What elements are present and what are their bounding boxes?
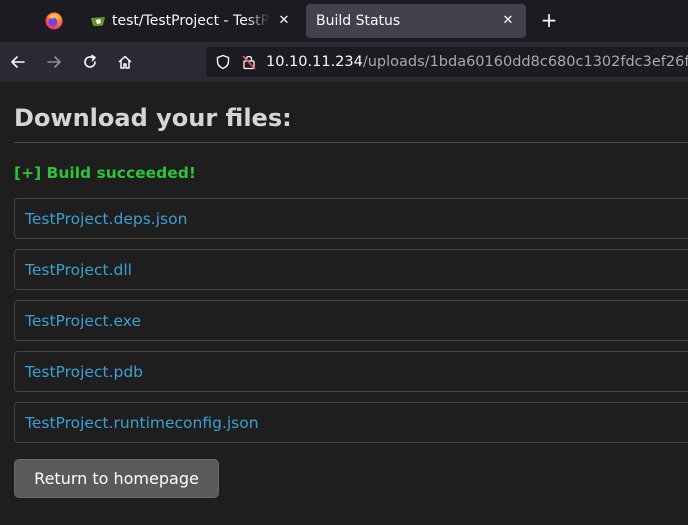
file-item[interactable]: TestProject.dll — [14, 249, 688, 290]
home-icon — [118, 55, 132, 69]
shield-icon[interactable] — [214, 53, 232, 71]
url-path: /uploads/1bda60160dd8c680c1302fdc3ef26f/ — [362, 54, 688, 70]
file-link-deps-json[interactable]: TestProject.deps.json — [25, 210, 187, 228]
reload-icon — [84, 54, 96, 68]
gitea-icon — [91, 17, 105, 26]
page-title: Download your files: — [14, 104, 292, 132]
build-status-message: [+] Build succeeded! — [14, 164, 196, 182]
tab-title: test/TestProject - TestProject — [112, 13, 270, 29]
close-icon[interactable]: ✕ — [276, 13, 292, 29]
file-link-runtimeconfig-json[interactable]: TestProject.runtimeconfig.json — [25, 414, 259, 432]
url-text: 10.10.11.234/uploads/1bda60160dd8c680c13… — [266, 54, 688, 70]
tab-testproject[interactable]: test/TestProject - TestProject ✕ — [80, 4, 302, 38]
file-item[interactable]: TestProject.deps.json — [14, 198, 688, 239]
arrow-left-icon — [11, 56, 25, 68]
tab-build-status[interactable]: Build Status ✕ — [306, 4, 526, 38]
reload-button[interactable] — [78, 50, 102, 74]
url-host: 10.10.11.234 — [266, 54, 363, 70]
arrow-right-icon — [47, 56, 61, 68]
return-to-homepage-button[interactable]: Return to homepage — [14, 459, 219, 498]
file-item[interactable]: TestProject.pdb — [14, 351, 688, 392]
firefox-icon — [45, 12, 63, 30]
forward-button[interactable] — [42, 50, 66, 74]
tab-title: Build Status — [316, 13, 401, 29]
new-tab-button[interactable]: + — [536, 8, 562, 34]
firefox-view-button[interactable] — [34, 6, 74, 36]
page-content: Download your files: [+] Build succeeded… — [0, 82, 688, 525]
tab-strip: test/TestProject - TestProject ✕ Build S… — [0, 0, 688, 42]
back-button[interactable] — [6, 50, 30, 74]
url-bar[interactable]: 10.10.11.234/uploads/1bda60160dd8c680c13… — [206, 47, 688, 77]
nav-bar: 10.10.11.234/uploads/1bda60160dd8c680c13… — [0, 42, 688, 82]
close-icon[interactable]: ✕ — [500, 13, 516, 29]
insecure-lock-icon[interactable] — [240, 53, 258, 71]
divider — [14, 142, 688, 143]
file-link-dll[interactable]: TestProject.dll — [25, 261, 132, 279]
file-link-exe[interactable]: TestProject.exe — [25, 312, 141, 330]
file-item[interactable]: TestProject.exe — [14, 300, 688, 341]
file-link-pdb[interactable]: TestProject.pdb — [25, 363, 143, 381]
file-item[interactable]: TestProject.runtimeconfig.json — [14, 402, 688, 443]
home-button[interactable] — [113, 50, 137, 74]
